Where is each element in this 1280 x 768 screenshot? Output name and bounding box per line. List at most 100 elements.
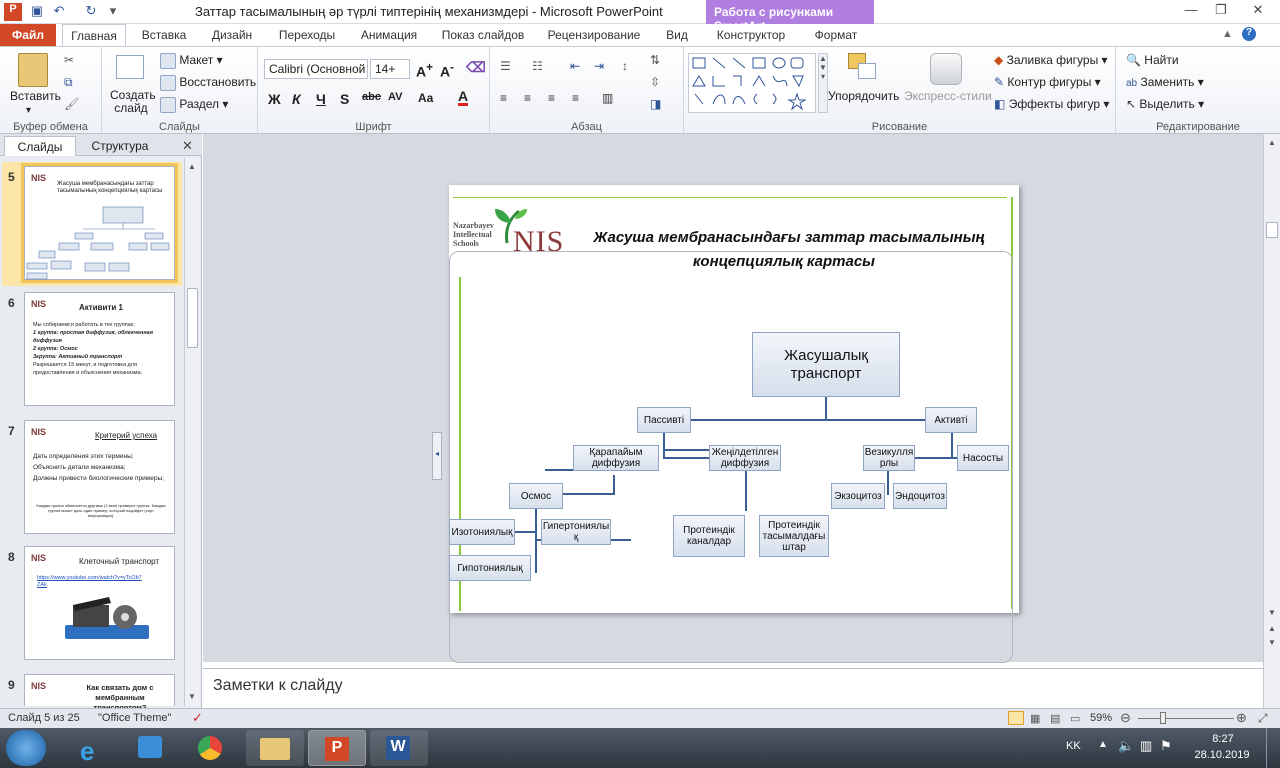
font-size-combo[interactable]: 14+ [370, 59, 410, 79]
bold-icon[interactable]: Ж [268, 91, 281, 107]
scrollbar-thumb[interactable] [1266, 222, 1278, 238]
taskbar-explorer-icon[interactable] [246, 730, 304, 766]
network-icon[interactable]: ▥ [1140, 738, 1152, 754]
copy-icon[interactable]: ⧉ [64, 75, 73, 90]
reset-button[interactable]: Восстановить [160, 75, 256, 91]
notes-placeholder[interactable]: Заметки к слайду [213, 677, 343, 695]
text-direction-icon[interactable]: ⇅ [650, 53, 660, 67]
minimize-button[interactable]: — [1176, 2, 1206, 20]
taskbar-powerpoint-icon[interactable]: P [308, 730, 366, 766]
shape-effects-button[interactable]: ◧ Эффекты фигур ▾ [994, 97, 1109, 111]
theme-name[interactable]: "Office Theme" [98, 712, 171, 724]
node-facilitated-diffusion[interactable]: Жеңілдетілген диффузия [709, 445, 781, 471]
node-simple-diffusion[interactable]: Қарапайым диффузия [573, 445, 659, 471]
scroll-up-icon[interactable]: ▲ [1268, 138, 1276, 147]
shadow-icon[interactable]: S [340, 91, 349, 107]
tab-view[interactable]: Вид [656, 24, 698, 46]
flag-icon[interactable]: ⚑ [1160, 738, 1172, 754]
columns-icon[interactable]: ▥ [602, 91, 613, 105]
tab-design[interactable]: Дизайн [204, 24, 260, 46]
tab-slides-pane[interactable]: Слайды [4, 136, 76, 156]
align-left-icon[interactable]: ≡ [500, 91, 507, 105]
new-slide-icon[interactable] [116, 55, 144, 79]
node-vesicular[interactable]: Везикулля рлы [863, 445, 915, 471]
arrange-icon[interactable] [848, 53, 878, 83]
language-indicator[interactable]: KK [1066, 740, 1081, 752]
undo-icon[interactable]: ↶ [50, 3, 68, 21]
clock-date[interactable]: 28.10.2019 [1190, 749, 1254, 761]
bullets-icon[interactable]: ☰ [500, 59, 511, 73]
clear-format-icon[interactable]: ⌫ [466, 59, 486, 76]
node-isotonic[interactable]: Изотониялық [449, 519, 515, 545]
zoom-out-icon[interactable]: ⊖ [1120, 710, 1131, 726]
tab-animation[interactable]: Анимация [352, 24, 426, 46]
shapes-gallery[interactable] [688, 53, 816, 113]
start-button-icon[interactable] [6, 730, 46, 766]
tray-expand-icon[interactable]: ▲ [1098, 739, 1108, 750]
taskbar-media-player-icon[interactable] [122, 730, 180, 766]
strikethrough-icon[interactable]: abc [362, 91, 381, 103]
line-spacing-icon[interactable]: ↕ [622, 59, 628, 73]
decrease-indent-icon[interactable]: ⇤ [570, 59, 580, 73]
node-active[interactable]: Активті [925, 407, 977, 433]
clock-time[interactable]: 8:27 [1196, 733, 1250, 745]
select-button[interactable]: ↖ Выделить ▾ [1126, 97, 1204, 111]
scrollbar-thumb[interactable] [187, 288, 198, 348]
font-name-combo[interactable]: Calibri (Основной [264, 59, 368, 79]
tab-insert[interactable]: Вставка [136, 24, 192, 46]
help-icon[interactable]: ? [1242, 27, 1256, 41]
node-pumps[interactable]: Насосты [957, 445, 1009, 471]
smartart-text-pane-toggle-icon[interactable]: ◂ [432, 432, 442, 480]
slideshow-icon[interactable]: ▭ [1070, 712, 1080, 725]
tab-outline-pane[interactable]: Структура [82, 136, 158, 156]
node-passive[interactable]: Пассивті [637, 407, 691, 433]
replace-button[interactable]: ab Заменить ▾ [1126, 75, 1204, 89]
shape-fill-button[interactable]: ◆ Заливка фигуры ▾ [994, 53, 1108, 67]
tab-format[interactable]: Формат [806, 24, 866, 46]
zoom-slider-thumb[interactable] [1160, 712, 1166, 724]
underline-icon[interactable]: Ч [316, 91, 326, 107]
tab-slideshow[interactable]: Показ слайдов [436, 24, 530, 46]
slide-thumbnail-6[interactable]: NIS Активити 1 Мы собираемся работать в … [24, 292, 175, 406]
cut-icon[interactable]: ✂ [64, 53, 74, 67]
normal-view-icon[interactable] [1008, 711, 1024, 725]
zoom-in-icon[interactable]: ⊕ [1236, 710, 1247, 726]
shrink-font-icon[interactable]: A- [440, 61, 454, 80]
node-hypotonic[interactable]: Гипотониялық [449, 555, 531, 581]
scroll-down-icon[interactable]: ▼ [188, 692, 196, 701]
paste-icon[interactable] [18, 53, 48, 87]
tab-constructor[interactable]: Конструктор [708, 24, 794, 46]
scroll-up-icon[interactable]: ▲ [188, 162, 196, 171]
ribbon-minimize-icon[interactable]: ▲ [1222, 28, 1233, 40]
arrange-button[interactable]: Упорядочить [828, 89, 899, 103]
tab-home[interactable]: Главная [62, 24, 126, 47]
scroll-down-icon[interactable]: ▼ [1268, 608, 1276, 617]
layout-button[interactable]: Макет ▾ [160, 53, 223, 69]
close-button[interactable]: ✕ [1238, 2, 1278, 20]
restore-button[interactable]: ❐ [1206, 2, 1236, 20]
align-text-icon[interactable]: ⇳ [650, 75, 660, 89]
format-painter-icon[interactable]: 🖌 [64, 97, 79, 111]
quick-styles-icon[interactable] [930, 53, 962, 85]
quick-styles-button[interactable]: Экспресс-стили [904, 89, 992, 103]
slide-scrollbar[interactable]: ▲ ▼ ▲ ▼ [1263, 134, 1280, 708]
numbering-icon[interactable]: ☷ [532, 59, 543, 73]
node-endocytosis[interactable]: Эндоцитоз [893, 483, 947, 509]
tab-review[interactable]: Рецензирование [540, 24, 648, 46]
redo-icon[interactable]: ↻ [82, 3, 100, 21]
justify-icon[interactable]: ≡ [572, 91, 579, 105]
node-hypertonic[interactable]: Гипертониялы қ [541, 519, 611, 545]
slide-thumbnail-8[interactable]: NIS Клеточный транспорт https://www.yout… [24, 546, 175, 660]
slide-thumbnail-9[interactable]: NIS Как связать дом с мембранным транспо… [24, 674, 175, 712]
spellcheck-icon[interactable]: ✓ [192, 710, 203, 726]
taskbar-word-icon[interactable]: W [370, 730, 428, 766]
zoom-slider[interactable] [1138, 718, 1234, 719]
tab-file[interactable]: Файл [0, 24, 56, 46]
volume-icon[interactable]: 🔈 [1118, 738, 1134, 754]
slide-thumbnail-5[interactable]: NIS Жасуша мембранасындағы заттар тасыма… [21, 163, 178, 283]
slide[interactable]: Nazarbayev Intellectual Schools NIS Жасу… [449, 185, 1019, 663]
notes-pane[interactable]: Заметки к слайду [203, 668, 1263, 708]
reading-view-icon[interactable]: ▤ [1050, 712, 1060, 725]
fit-to-window-icon[interactable]: ⤢ [1258, 711, 1268, 726]
save-icon[interactable]: ▣ [28, 3, 46, 21]
